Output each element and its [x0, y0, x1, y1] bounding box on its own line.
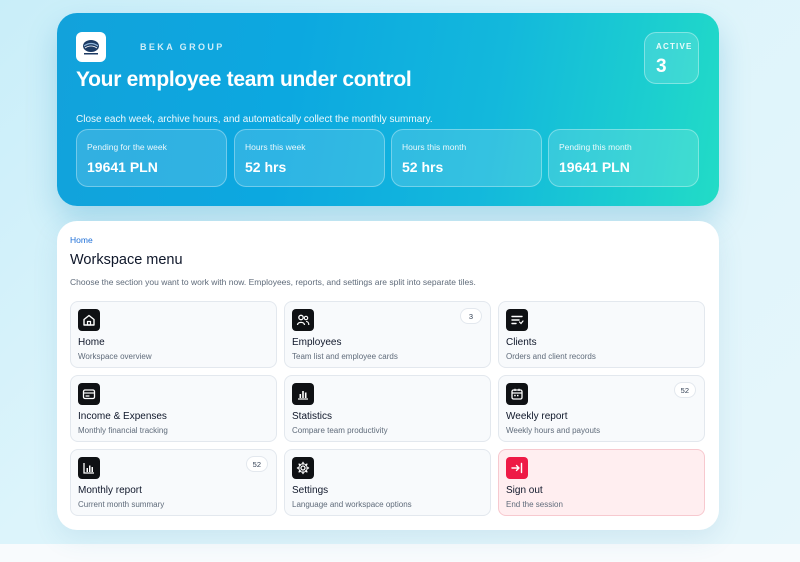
monthly-report-count-badge: 52 — [245, 456, 268, 472]
tile-subtitle: Monthly financial tracking — [78, 426, 168, 435]
tile-settings[interactable]: Settings Language and workspace options — [284, 449, 491, 516]
stat-pending-month: Pending this month 19641 PLN — [548, 129, 699, 187]
employees-count-badge: 3 — [460, 308, 482, 324]
tile-title: Home — [78, 337, 105, 348]
stat-value: 52 hrs — [402, 159, 444, 175]
tile-employees[interactable]: 3 Employees Team list and employee cards — [284, 301, 491, 368]
stat-value: 19641 PLN — [559, 159, 630, 175]
users-icon — [292, 309, 314, 331]
tile-subtitle: Team list and employee cards — [292, 352, 398, 361]
tile-home[interactable]: Home Workspace overview — [70, 301, 277, 368]
stat-label: Pending this month — [559, 142, 632, 152]
tile-subtitle: Current month summary — [78, 500, 165, 509]
page-description: Choose the section you want to work with… — [70, 277, 476, 287]
active-label: ACTIVE — [656, 42, 693, 51]
page-bottom-strip — [0, 544, 800, 562]
stat-hours-month: Hours this month 52 hrs — [391, 129, 542, 187]
tile-title: Employees — [292, 337, 342, 348]
tile-income-expenses[interactable]: Income & Expenses Monthly financial trac… — [70, 375, 277, 442]
page-title: Workspace menu — [70, 252, 183, 268]
company-logo — [76, 32, 106, 62]
tile-monthly-report[interactable]: 52 Monthly report Current month summary — [70, 449, 277, 516]
tile-subtitle: Weekly hours and payouts — [506, 426, 601, 435]
wallet-icon — [78, 383, 100, 405]
tile-weekly-report[interactable]: 52 Weekly report Weekly hours and payout… — [498, 375, 705, 442]
hero-banner: BEKA GROUP Your employee team under cont… — [57, 13, 719, 206]
tile-title: Sign out — [506, 485, 543, 496]
logo-emblem-icon — [83, 40, 99, 55]
tile-subtitle: Orders and client records — [506, 352, 596, 361]
tile-subtitle: End the session — [506, 500, 563, 509]
stat-label: Hours this week — [245, 142, 306, 152]
hero-subtitle: Close each week, archive hours, and auto… — [76, 114, 433, 125]
chart-icon — [78, 457, 100, 479]
stat-pending-week: Pending for the week 19641 PLN — [76, 129, 227, 187]
tile-title: Monthly report — [78, 485, 142, 496]
tile-subtitle: Workspace overview — [78, 352, 152, 361]
tile-title: Income & Expenses — [78, 411, 167, 422]
active-value: 3 — [656, 56, 667, 77]
weekly-report-count-badge: 52 — [673, 382, 696, 398]
tile-title: Settings — [292, 485, 329, 496]
gear-icon — [292, 457, 314, 479]
calendar-icon — [506, 383, 528, 405]
home-icon — [78, 309, 100, 331]
bar-chart-icon — [292, 383, 314, 405]
tile-title: Statistics — [292, 411, 333, 422]
workspace-menu-card: Home Workspace menu Choose the section y… — [57, 221, 719, 530]
breadcrumb-home[interactable]: Home — [70, 235, 93, 245]
stat-label: Hours this month — [402, 142, 467, 152]
stat-value: 19641 PLN — [87, 159, 158, 175]
tile-statistics[interactable]: Statistics Compare team productivity — [284, 375, 491, 442]
tile-title: Clients — [506, 337, 537, 348]
stat-label: Pending for the week — [87, 142, 167, 152]
tile-clients[interactable]: Clients Orders and client records — [498, 301, 705, 368]
sign-out-icon — [506, 457, 528, 479]
stat-value: 52 hrs — [245, 159, 287, 175]
stat-hours-week: Hours this week 52 hrs — [234, 129, 385, 187]
brand-name: BEKA GROUP — [140, 42, 225, 52]
clients-icon — [506, 309, 528, 331]
tile-sign-out[interactable]: Sign out End the session — [498, 449, 705, 516]
tile-title: Weekly report — [506, 411, 568, 422]
active-count-badge: ACTIVE 3 — [644, 32, 699, 84]
tile-subtitle: Language and workspace options — [292, 500, 412, 509]
hero-title: Your employee team under control — [76, 68, 412, 91]
tile-subtitle: Compare team productivity — [292, 426, 388, 435]
